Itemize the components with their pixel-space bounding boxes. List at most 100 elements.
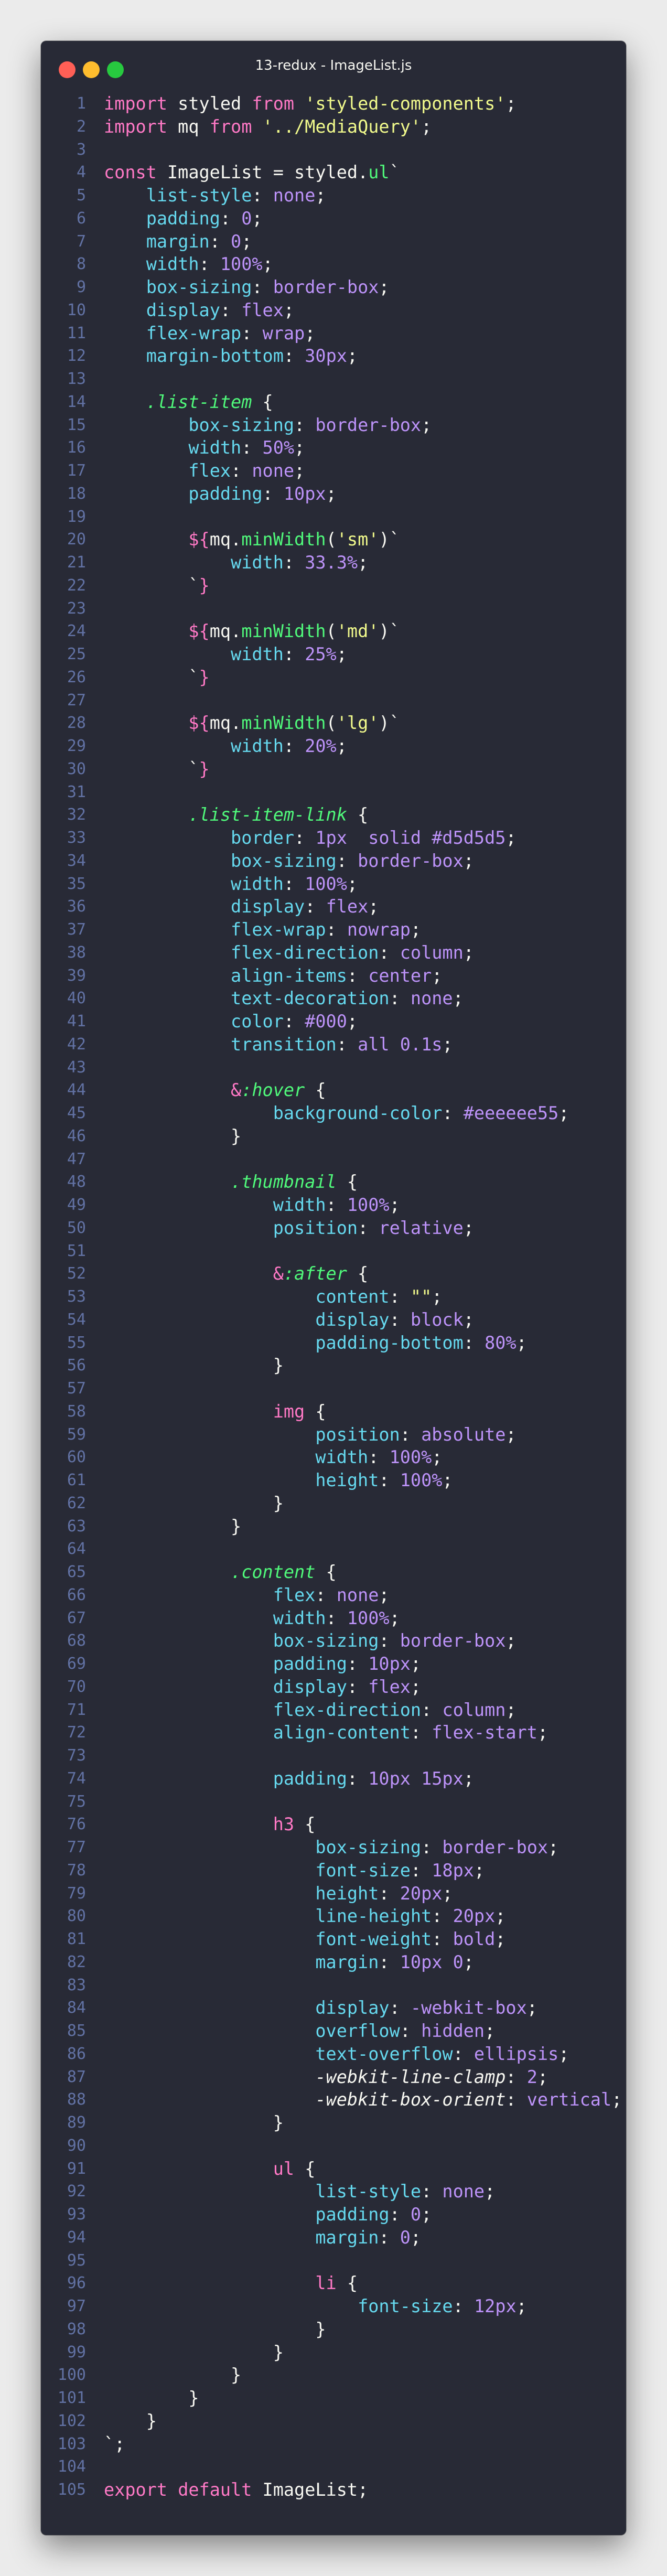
code-token: margin (315, 2227, 379, 2248)
code-token: : (241, 323, 263, 344)
code-token: : (262, 483, 284, 504)
line-text: } (104, 1515, 241, 1538)
code-token: position (273, 1217, 358, 1238)
code-line: 79 height: 20px; (41, 1882, 626, 1905)
line-number: 84 (67, 1999, 86, 2017)
code-line: 97 font-size: 12px; (41, 2295, 626, 2318)
code-line: 52 &:after { (41, 1262, 626, 1285)
code-token: : (347, 965, 369, 986)
code-token: h3 (273, 1814, 295, 1835)
code-token: 10px 0 (400, 1951, 464, 1972)
line-text: flex-wrap: wrap; (104, 322, 316, 345)
code-token: height (315, 1470, 379, 1490)
code-token: )` (379, 713, 400, 734)
line-number: 41 (67, 1012, 86, 1031)
code-token: : (505, 2066, 527, 2087)
code-token: ${ (188, 529, 210, 550)
code-token: 20px (453, 1906, 496, 1927)
line-number: 80 (67, 1907, 86, 1926)
code-token: : (379, 1951, 400, 1972)
code-line: 32 .list-item-link { (41, 803, 626, 827)
code-line: 73 (41, 1744, 626, 1767)
code-token: : (358, 1217, 379, 1238)
code-token: ; (336, 644, 347, 664)
line-text: margin: 0; (104, 230, 252, 253)
line-number: 85 (67, 2022, 86, 2040)
code-token: ; (495, 1906, 506, 1927)
line-text: padding: 10px; (104, 1652, 421, 1676)
code-token: : (389, 1309, 411, 1330)
line-number: 99 (67, 2343, 86, 2362)
code-token: : (336, 1034, 358, 1055)
code-token: ; (262, 254, 273, 275)
code-token: ; (410, 1654, 422, 1674)
code-token: } (273, 2342, 284, 2363)
line-number: 47 (67, 1150, 86, 1168)
code-token: ; (537, 2066, 548, 2087)
code-area[interactable]: 1 import styled from 'styled-components';… (41, 92, 626, 2502)
code-token: display (315, 1309, 390, 1330)
code-token: flex-direction (231, 942, 379, 963)
code-line: 25 width: 25%; (41, 643, 626, 666)
code-token: 100% (400, 1470, 443, 1490)
code-line: 51 (41, 1240, 626, 1263)
line-text: } (104, 2341, 284, 2364)
line-text: ${mq.minWidth('sm')` (104, 528, 400, 551)
line-text: .list-item-link { (104, 803, 368, 827)
line-number: 93 (67, 2205, 86, 2224)
code-token: 12px (474, 2296, 517, 2316)
line-number: 74 (67, 1769, 86, 1788)
code-line: 24 ${mq.minWidth('md')` (41, 620, 626, 643)
line-text: font-size: 12px; (104, 2295, 527, 2318)
line-number: 14 (67, 392, 86, 411)
line-text: `} (104, 758, 209, 781)
line-text: } (104, 2387, 199, 2410)
line-number: 63 (67, 1517, 86, 1536)
code-token: none (442, 2181, 485, 2202)
code-line: 4 const ImageList = styled.ul` (41, 161, 626, 184)
line-text: width: 100%; (104, 1194, 400, 1217)
code-token: : (389, 2204, 411, 2225)
code-token: ; (241, 231, 252, 252)
line-number: 45 (67, 1104, 86, 1122)
line-text: } (104, 1492, 284, 1515)
line-number: 64 (67, 1540, 86, 1559)
code-token: box-sizing (231, 850, 337, 871)
line-number: 65 (67, 1563, 86, 1581)
code-token: text-decoration (231, 988, 390, 1009)
code-line: 27 (41, 689, 626, 712)
line-text: li { (104, 2272, 358, 2295)
code-token: ` (188, 758, 199, 779)
line-text: line-height: 20px; (104, 1905, 505, 1928)
code-token: 'styled-components' (294, 93, 506, 114)
code-token: background-color (273, 1103, 443, 1123)
line-number: 26 (67, 668, 86, 686)
code-line: 58 img { (41, 1400, 626, 1423)
line-number: 102 (57, 2411, 86, 2430)
code-token: bold (453, 1929, 496, 1949)
code-token: { (347, 804, 369, 825)
code-token: : (326, 1607, 347, 1628)
code-line: 3 (41, 138, 626, 162)
line-text: export default ImageList; (104, 2478, 368, 2502)
line-text: border: 1px solid #d5d5d5; (104, 827, 517, 850)
